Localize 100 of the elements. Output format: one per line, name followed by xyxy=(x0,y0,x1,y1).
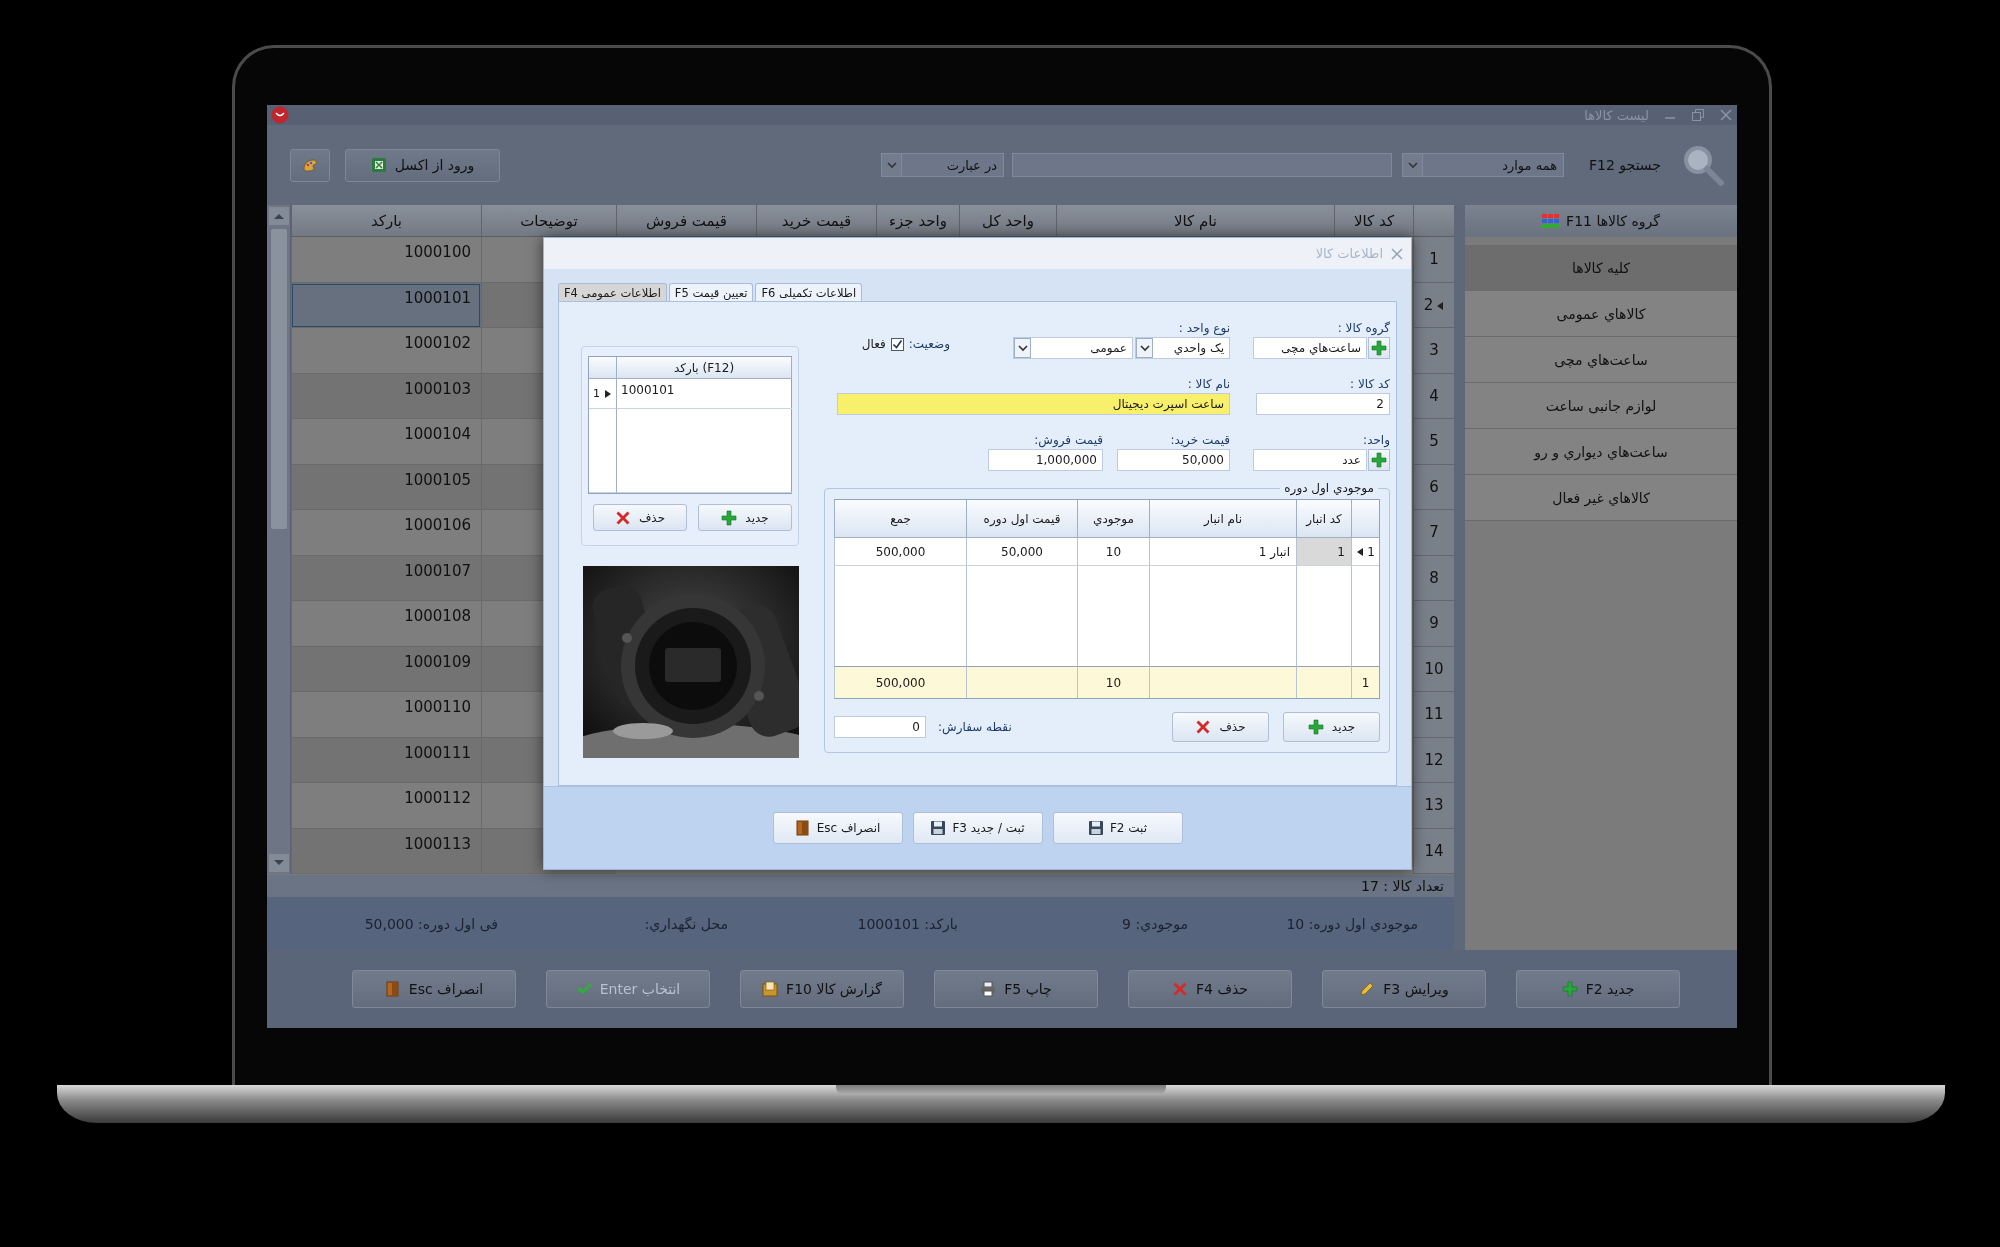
delete-button[interactable]: حذف xyxy=(1172,712,1269,742)
row-number: 6 xyxy=(1429,477,1439,496)
table-cell: 1 xyxy=(1296,538,1351,566)
scroll-down-icon[interactable] xyxy=(273,860,284,866)
printer-icon xyxy=(980,981,997,997)
column-header: نام کالا xyxy=(1056,205,1334,237)
plus-icon xyxy=(1371,340,1387,356)
table-cell: 1000105 xyxy=(291,464,481,510)
table-cell: 1000104 xyxy=(291,419,481,465)
logo-icon xyxy=(271,106,289,124)
new-button[interactable]: جدید xyxy=(1283,712,1380,742)
sidebar-item[interactable]: ساعت‌هاي دیواري و رو xyxy=(1465,429,1737,475)
item-count: تعداد کالا : 17 xyxy=(267,875,1454,897)
header-corner xyxy=(1351,500,1379,538)
new-button[interactable]: جدید xyxy=(698,504,792,531)
column-header: بارکد (F12) xyxy=(617,357,792,379)
restore-icon[interactable] xyxy=(1691,108,1705,122)
palette-button[interactable] xyxy=(290,148,330,182)
total-cell: 10 xyxy=(1077,666,1149,698)
grid-icon xyxy=(1542,213,1561,229)
dropdown[interactable]: در عبارت xyxy=(881,153,1005,177)
input-field[interactable]: 0 xyxy=(834,716,926,738)
row-number: 1 xyxy=(1367,544,1375,559)
info-text: بارکد: 1000101 xyxy=(856,915,958,932)
tab[interactable]: تعیین قیمت F5 xyxy=(668,283,754,301)
sidebar-item[interactable]: لوازم جانبی ساعت xyxy=(1465,383,1737,429)
search-icon[interactable] xyxy=(1681,143,1725,187)
cross-icon xyxy=(614,509,631,526)
cancel-button[interactable]: انصراف Esc xyxy=(772,812,903,844)
sidebar-item[interactable]: کالاهاي عمومی xyxy=(1465,291,1737,337)
field-label: نام کالا : xyxy=(1186,377,1230,393)
search-label: جستجو F12 xyxy=(1589,157,1661,173)
close-icon[interactable] xyxy=(1719,108,1733,122)
sidebar-item[interactable]: کالاهاي غیر فعال xyxy=(1465,475,1737,521)
total-cell: 500,000 xyxy=(834,666,966,698)
field-label: قیمت فروش: xyxy=(1033,433,1103,449)
cross-icon xyxy=(1195,719,1212,735)
edit-button[interactable]: ویرایش F3 xyxy=(1322,970,1486,1008)
save-button[interactable]: ثبت F2 xyxy=(1052,812,1183,844)
tab[interactable]: اطلاعات عمومی F4 xyxy=(558,283,667,301)
checkbox[interactable] xyxy=(890,337,904,351)
input-field[interactable]: 1,000,000 xyxy=(988,449,1103,471)
input-field[interactable]: ساعت‌هاي مچی xyxy=(1253,337,1367,359)
row-number: 8 xyxy=(1429,568,1439,587)
sidebar-title: گروه کالاها F11 xyxy=(1566,213,1660,229)
pointer-icon xyxy=(1436,300,1445,311)
print-button[interactable]: چاپ F5 xyxy=(934,970,1098,1008)
row-number: 1 xyxy=(1361,675,1370,690)
column-header: موجودي xyxy=(1077,500,1149,538)
delete-button[interactable]: حذف F4 xyxy=(1128,970,1292,1008)
column-header: قیمت فروش xyxy=(616,205,756,237)
column-header: واحد جزء xyxy=(876,205,959,237)
row-number: 13 xyxy=(1424,796,1444,814)
scrollbar[interactable] xyxy=(267,205,291,874)
column-header: بارکد xyxy=(291,205,481,237)
input-field[interactable]: 50,000 xyxy=(1117,449,1230,471)
tab[interactable]: اطلاعات تکمیلی F6 xyxy=(755,283,863,301)
scroll-up-icon[interactable] xyxy=(273,213,284,219)
sidebar-item[interactable]: ساعت‌هاي مچی xyxy=(1465,337,1737,383)
close-icon[interactable] xyxy=(1391,247,1403,260)
group-title: موجودي اول دوره xyxy=(1283,481,1375,495)
column-header: نام انبار xyxy=(1149,500,1296,538)
column-header: کد کالا xyxy=(1334,205,1413,237)
input-field[interactable]: عدد xyxy=(1253,449,1367,471)
plus-icon xyxy=(1371,452,1387,468)
sidebar-item[interactable]: کلیه کالاها xyxy=(1465,245,1737,291)
row-number: 4 xyxy=(1429,386,1439,405)
cross-icon xyxy=(1172,981,1189,997)
checkbox-label: فعال xyxy=(861,337,886,351)
dropdown[interactable]: یک واحدي xyxy=(1135,337,1230,359)
table-cell: 1000100 xyxy=(291,237,481,283)
report-button[interactable]: گزارش کالا F10 xyxy=(740,970,904,1008)
table-cell: 1000113 xyxy=(291,828,481,874)
field-label: وضعیت: xyxy=(908,337,950,351)
import-button[interactable]: ورود از اکسل xyxy=(345,148,500,182)
table-cell: 1000111 xyxy=(291,737,481,783)
dropdown[interactable]: عمومی xyxy=(1013,337,1133,359)
table-cell: 50,000 xyxy=(966,538,1077,566)
delete-button[interactable]: حذف xyxy=(593,504,687,531)
add-button[interactable] xyxy=(1368,337,1390,359)
new-button[interactable]: جدید F2 xyxy=(1516,970,1680,1008)
row-number: 12 xyxy=(1424,750,1444,769)
row-number: 14 xyxy=(1424,841,1444,860)
save-new-button[interactable]: ثبت / جدید F3 xyxy=(912,812,1043,844)
field-label: گروه کالا : xyxy=(1336,321,1390,337)
info-text: فی اول دوره: 50,000 xyxy=(363,915,498,932)
dropdown[interactable]: همه موارد xyxy=(1402,153,1565,177)
info-text: موجودي اول دوره: 10 xyxy=(1285,915,1418,932)
table-cell: 1000110 xyxy=(291,692,481,738)
input-field[interactable]: ساعت اسپرت دیجیتال xyxy=(837,393,1230,415)
row-number: 11 xyxy=(1424,705,1444,723)
input-field[interactable]: 2 xyxy=(1256,393,1390,415)
field-label: قیمت خرید: xyxy=(1169,433,1230,449)
cancel-button[interactable]: انصراف Esc xyxy=(352,970,516,1008)
search-field[interactable] xyxy=(1012,153,1393,177)
add-button[interactable] xyxy=(1368,449,1390,471)
dialog-title: اطلاعات کالا xyxy=(1315,246,1383,261)
table-cell: 1000112 xyxy=(291,783,481,829)
info-text: موجودي: 9 xyxy=(1121,915,1188,932)
folder-icon xyxy=(762,981,779,997)
